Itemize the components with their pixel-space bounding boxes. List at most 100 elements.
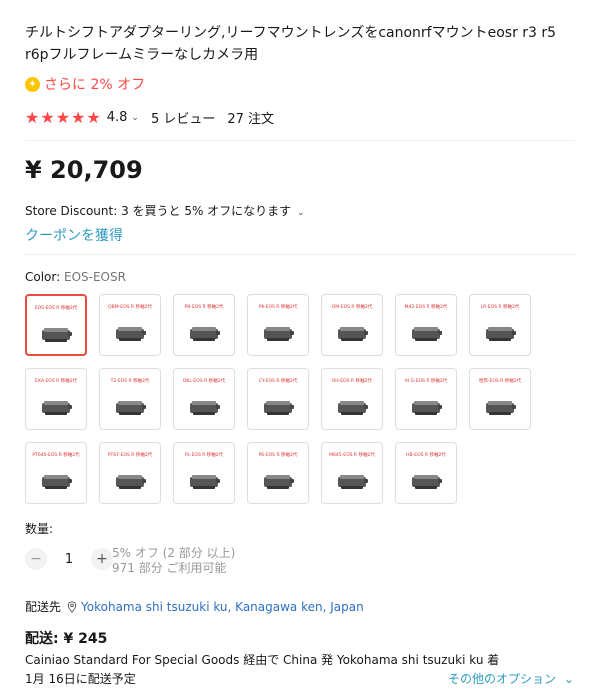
color-option-label: OM-EOS R 移軸2代 bbox=[331, 305, 373, 310]
reviews-link[interactable]: 5 レビュー bbox=[151, 108, 215, 127]
adapter-ring-image bbox=[412, 327, 442, 341]
adapter-ring-image bbox=[42, 475, 72, 489]
color-label-text: Color: bbox=[25, 270, 64, 284]
color-option-label: M42-EOS R 移軸2代 bbox=[404, 305, 448, 310]
rating-stars: ★ ★ ★ ★ ★ bbox=[25, 107, 101, 127]
color-option-label: LR-EOS R 移軸2代 bbox=[480, 305, 520, 310]
color-option-13[interactable]: 哈苏-EOS R 移軸2代 bbox=[469, 368, 531, 430]
color-option-6[interactable]: LR-EOS R 移軸2代 bbox=[469, 294, 531, 356]
color-option-7[interactable]: EXA-EOS R 移軸2代 bbox=[25, 368, 87, 430]
adapter-ring-image bbox=[264, 401, 294, 415]
shipping-method: Cainiao Standard For Special Goods 経由で C… bbox=[25, 653, 500, 667]
color-option-12[interactable]: AI G-EOS R 移軸2代 bbox=[395, 368, 457, 430]
color-selected-value: EOS-EOSR bbox=[63, 270, 126, 284]
delivery-date: 1月 16日に配送予定 bbox=[25, 672, 136, 686]
color-option-9[interactable]: DKL-EOS R 移軸2代 bbox=[173, 368, 235, 430]
color-option-18[interactable]: M645-EOS R 移軸2代 bbox=[321, 442, 383, 504]
increase-quantity-button[interactable]: + bbox=[91, 548, 113, 570]
get-coupon-link[interactable]: クーポンを獲得 bbox=[25, 225, 123, 245]
color-option-label: QBM-EOS R 移軸2代 bbox=[108, 305, 152, 310]
chevron-down-icon: ⌄ bbox=[563, 672, 574, 686]
adapter-ring-image bbox=[264, 327, 294, 341]
decrease-quantity-button[interactable]: − bbox=[25, 548, 47, 570]
star-icon: ★ bbox=[40, 107, 55, 127]
ship-to-row[interactable]: 配送先 Yokohama shi tsuzuki ku, Kanagawa ke… bbox=[25, 598, 364, 615]
adapter-ring-image bbox=[190, 401, 220, 415]
extra-discount-promo[interactable]: ✦ さらに 2% オフ bbox=[25, 74, 145, 94]
promo-text: さらに 2% オフ bbox=[44, 77, 146, 93]
adapter-ring-image bbox=[190, 475, 220, 489]
adapter-ring-image bbox=[116, 327, 146, 341]
color-option-5[interactable]: M42-EOS R 移軸2代 bbox=[395, 294, 457, 356]
color-option-19[interactable]: HB-EOS R 移軸2代 bbox=[395, 442, 457, 504]
adapter-ring-image bbox=[412, 475, 442, 489]
ship-to-label: 配送先 bbox=[25, 600, 62, 614]
other-shipping-options-link[interactable]: その他のオプション ⌄ bbox=[448, 670, 574, 687]
shipping-fee: 配送: ¥ 245 bbox=[25, 631, 108, 647]
star-icon: ★ bbox=[25, 107, 40, 127]
color-option-label: RH-EOS R 移軸2代 bbox=[332, 379, 372, 384]
product-title: チルトシフトアダプターリング,リーフマウントレンズをcanonrfマウントeos… bbox=[25, 25, 557, 63]
adapter-ring-image bbox=[264, 475, 294, 489]
adapter-ring-image bbox=[338, 401, 368, 415]
bulk-discount-note: 5% オフ (2 部分 以上) bbox=[112, 546, 236, 560]
adapter-ring-image bbox=[42, 401, 72, 415]
color-option-16[interactable]: PL-EOS R 移軸2代 bbox=[173, 442, 235, 504]
chevron-down-icon: ⌄ bbox=[297, 208, 305, 218]
color-option-label: PL-EOS R 移軸2代 bbox=[184, 453, 224, 458]
adapter-ring-image bbox=[190, 327, 220, 341]
color-option-15[interactable]: PT67-EOS R 移軸2代 bbox=[99, 442, 161, 504]
store-discount-text: Store Discount: 3 を買うと 5% オフになります bbox=[25, 204, 292, 218]
color-option-label: M645-EOS R 移軸2代 bbox=[329, 453, 375, 458]
rating-row: ★ ★ ★ ★ ★ 4.8 ⌄ 5 レビュー 27 注文 bbox=[25, 108, 274, 127]
color-option-10[interactable]: CY-EOS R 移軸2代 bbox=[247, 368, 309, 430]
adapter-ring-image bbox=[116, 401, 146, 415]
color-option-label: PT67-EOS R 移軸2代 bbox=[107, 453, 153, 458]
color-label: Color: EOS-EOSR bbox=[25, 270, 126, 284]
quantity-info: 5% オフ (2 部分 以上) 971 部分 ご利用可能 bbox=[112, 546, 235, 576]
color-option-3[interactable]: PK-EOS R 移軸2代 bbox=[247, 294, 309, 356]
rating-value[interactable]: 4.8 bbox=[107, 110, 128, 125]
adapter-ring-image bbox=[338, 327, 368, 341]
product-price: ¥ 20,709 bbox=[25, 156, 143, 184]
color-option-label: 哈苏-EOS R 移軸2代 bbox=[478, 379, 522, 384]
other-options-text: その他のオプション bbox=[448, 672, 557, 686]
color-option-17[interactable]: P6-EOS R 移軸2代 bbox=[247, 442, 309, 504]
adapter-ring-image bbox=[486, 327, 516, 341]
color-option-label: EXA-EOS R 移軸2代 bbox=[34, 379, 78, 384]
chevron-down-icon[interactable]: ⌄ bbox=[131, 113, 139, 123]
star-icon: ★ bbox=[86, 107, 101, 127]
color-option-11[interactable]: RH-EOS R 移軸2代 bbox=[321, 368, 383, 430]
adapter-ring-image bbox=[116, 475, 146, 489]
store-discount[interactable]: Store Discount: 3 を買うと 5% オフになります ⌄ bbox=[25, 202, 305, 219]
color-option-0[interactable]: EOS-EOS R 移軸2代 bbox=[25, 294, 87, 356]
color-option-label: AI G-EOS R 移軸2代 bbox=[404, 379, 448, 384]
color-option-label: EOS-EOS R 移軸2代 bbox=[34, 306, 78, 311]
color-option-label: HB-EOS R 移軸2代 bbox=[406, 453, 446, 458]
color-option-4[interactable]: OM-EOS R 移軸2代 bbox=[321, 294, 383, 356]
divider bbox=[25, 254, 575, 255]
color-option-2[interactable]: PB-EOS R 移軸2代 bbox=[173, 294, 235, 356]
adapter-ring-image bbox=[338, 475, 368, 489]
shipping-address-link[interactable]: Yokohama shi tsuzuki ku, Kanagawa ken, J… bbox=[81, 600, 364, 614]
coin-icon: ✦ bbox=[25, 76, 40, 92]
quantity-stepper: − 1 + bbox=[25, 548, 113, 570]
adapter-ring-image bbox=[42, 328, 72, 342]
adapter-ring-image bbox=[412, 401, 442, 415]
quantity-label: 数量: bbox=[25, 522, 54, 536]
color-option-label: PT645-EOS R 移軸2代 bbox=[32, 453, 80, 458]
color-option-label: CY-EOS R 移軸2代 bbox=[258, 379, 298, 384]
color-option-label: P6-EOS R 移軸2代 bbox=[258, 453, 298, 458]
quantity-input[interactable]: 1 bbox=[47, 552, 91, 567]
star-icon: ★ bbox=[55, 107, 71, 127]
color-option-1[interactable]: QBM-EOS R 移軸2代 bbox=[99, 294, 161, 356]
color-option-label: DKL-EOS R 移軸2代 bbox=[182, 379, 226, 384]
color-option-label: PB-EOS R 移軸2代 bbox=[184, 305, 224, 310]
stock-available: 971 部分 ご利用可能 bbox=[112, 561, 227, 575]
color-option-14[interactable]: PT645-EOS R 移軸2代 bbox=[25, 442, 87, 504]
location-pin-icon bbox=[67, 600, 77, 613]
color-option-label: T2-EOS R 移軸2代 bbox=[110, 379, 150, 384]
divider bbox=[25, 140, 575, 141]
color-option-8[interactable]: T2-EOS R 移軸2代 bbox=[99, 368, 161, 430]
color-option-label: PK-EOS R 移軸2代 bbox=[258, 305, 298, 310]
